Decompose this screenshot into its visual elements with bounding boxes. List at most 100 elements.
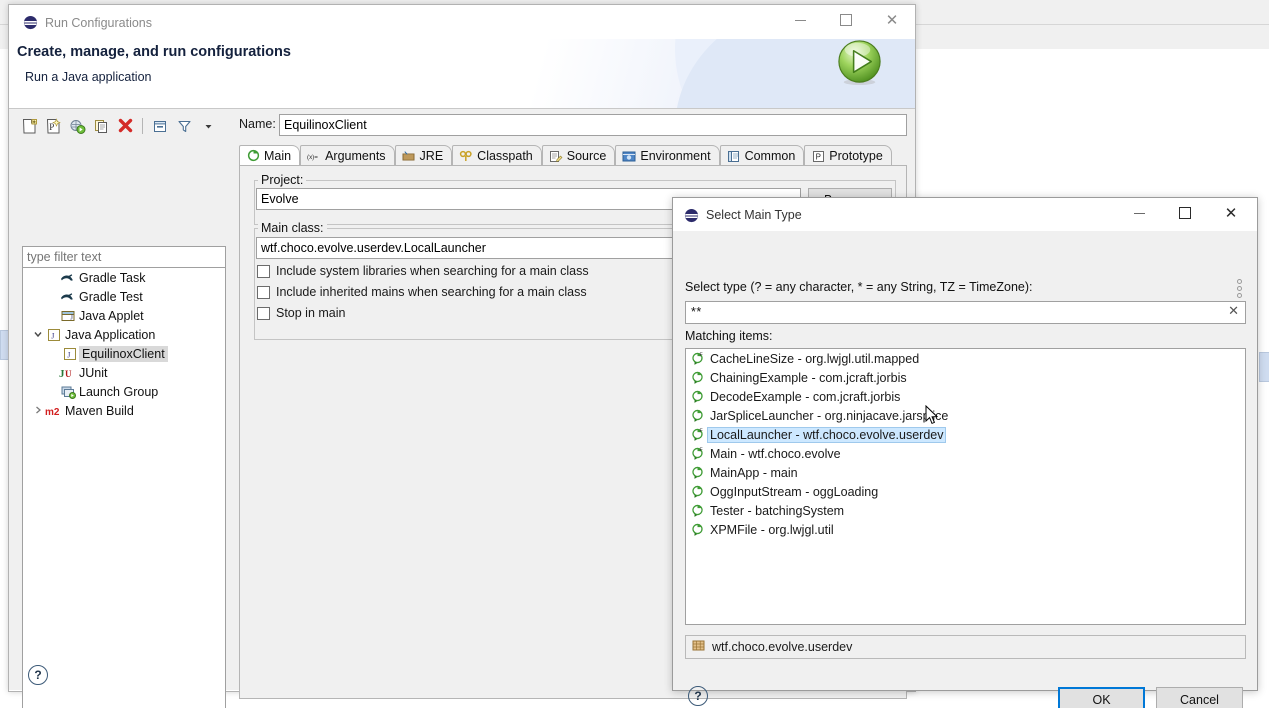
- tab-classpath[interactable]: Classpath: [452, 145, 542, 166]
- tree-item-label: EquilinoxClient: [79, 345, 168, 362]
- tree-item-gradle-test[interactable]: Gradle Test: [23, 287, 225, 306]
- matching-items-list[interactable]: F CacheLineSize - org.lwjgl.util.mapped …: [685, 348, 1246, 625]
- select-main-type-titlebar[interactable]: Select Main Type ✕: [673, 198, 1257, 231]
- run-green-play-icon: [838, 40, 881, 86]
- screen: Run Configurations ✕ Create, manage, and…: [0, 0, 1269, 708]
- dialog-maximize-button[interactable]: [1162, 198, 1208, 228]
- duplicate-icon[interactable]: [90, 115, 112, 137]
- dialog-title: Select Main Type: [706, 208, 802, 222]
- run-configurations-title: Run Configurations: [45, 16, 153, 30]
- gradle-icon: [59, 289, 77, 305]
- tab-label: Source: [566, 149, 607, 163]
- checkbox-label: Include system libraries when searching …: [276, 264, 589, 278]
- svg-text:m2: m2: [45, 407, 60, 418]
- run-configurations-titlebar[interactable]: Run Configurations ✕: [9, 5, 915, 39]
- list-item[interactable]: JarSpliceLauncher - org.ninjacave.jarspl…: [686, 406, 1245, 425]
- tree-item-label: Maven Build: [65, 403, 134, 418]
- checkbox-include-inherited-mains[interactable]: Include inherited mains when searching f…: [257, 285, 587, 299]
- tree-item-label: Launch Group: [79, 384, 159, 399]
- maximize-icon: [840, 14, 852, 26]
- tab-main[interactable]: Main: [239, 145, 301, 166]
- checkbox-box[interactable]: [257, 306, 270, 320]
- delete-icon[interactable]: [114, 115, 136, 137]
- svg-text:P: P: [49, 122, 54, 132]
- help-icon[interactable]: ?: [28, 665, 48, 685]
- list-item[interactable]: F CacheLineSize - org.lwjgl.util.mapped: [686, 349, 1245, 368]
- tree-item-gradle-task[interactable]: Gradle Task: [23, 268, 225, 287]
- checkbox-box[interactable]: [257, 264, 270, 278]
- tab-source[interactable]: Source: [541, 145, 616, 166]
- qualifier-label: wtf.choco.evolve.userdev: [712, 640, 853, 654]
- minimize-button[interactable]: [777, 5, 823, 35]
- name-input[interactable]: [279, 114, 907, 136]
- list-item[interactable]: Tester - batchingSystem: [686, 501, 1245, 520]
- select-main-type-dialog: Select Main Type ✕ Select type (? = any …: [672, 197, 1258, 708]
- list-item-label: Main - wtf.choco.evolve: [710, 446, 841, 461]
- cancel-button[interactable]: Cancel: [1156, 687, 1243, 708]
- list-item[interactable]: F Main - wtf.choco.evolve: [686, 444, 1245, 463]
- filter-icon[interactable]: [173, 115, 195, 137]
- page-title: Create, manage, and run configurations: [17, 44, 291, 60]
- clear-icon[interactable]: ✕: [1228, 304, 1239, 319]
- checkbox-label: Stop in main: [276, 306, 346, 320]
- list-item-label: MainApp - main: [710, 465, 798, 480]
- svg-text:J: J: [67, 350, 70, 359]
- export-icon[interactable]: [66, 115, 88, 137]
- list-item[interactable]: DecodeExample - com.jcraft.jorbis: [686, 387, 1245, 406]
- close-icon: ✕: [1224, 203, 1238, 222]
- tab-label: Prototype: [829, 149, 883, 163]
- ok-button[interactable]: OK: [1058, 687, 1145, 708]
- checkbox-include-system-libraries[interactable]: Include system libraries when searching …: [257, 264, 589, 278]
- tab-jre[interactable]: JRE: [394, 145, 453, 166]
- checkbox-label: Include inherited mains when searching f…: [276, 285, 587, 299]
- tab-common[interactable]: Common: [719, 145, 805, 166]
- new-configuration-icon[interactable]: [18, 115, 40, 137]
- environment-tab-icon: [622, 149, 636, 163]
- close-button[interactable]: ✕: [869, 5, 915, 35]
- tab-environment[interactable]: Environment: [615, 145, 720, 166]
- collapse-arrow-icon[interactable]: [31, 405, 45, 417]
- tree-item-java-applet[interactable]: J Java Applet: [23, 306, 225, 325]
- list-item[interactable]: XPMFile - org.lwjgl.util: [686, 520, 1245, 539]
- type-search-field[interactable]: ** ✕: [685, 301, 1246, 324]
- list-item-label: JarSpliceLauncher - org.ninjacave.jarspl…: [710, 408, 949, 423]
- collapse-all-icon[interactable]: [149, 115, 171, 137]
- configurations-tree[interactable]: Gradle Task Gradle Test J Java Applet J …: [22, 268, 226, 708]
- tree-item-label: Gradle Task: [79, 270, 146, 285]
- expand-arrow-icon[interactable]: [31, 329, 45, 341]
- tree-item-maven-build[interactable]: m2 Maven Build: [23, 401, 225, 420]
- list-item-label: DecodeExample - com.jcraft.jorbis: [710, 389, 901, 404]
- list-item-label: XPMFile - org.lwjgl.util: [710, 522, 834, 537]
- launch-group-icon: [59, 384, 77, 400]
- list-item[interactable]: ChainingExample - com.jcraft.jorbis: [686, 368, 1245, 387]
- view-menu-dots-icon[interactable]: [1233, 277, 1245, 299]
- filter-input[interactable]: [22, 246, 226, 268]
- tab-prototype[interactable]: P Prototype: [804, 145, 892, 166]
- list-item-label: OggInputStream - oggLoading: [710, 484, 879, 499]
- new-prototype-icon[interactable]: P: [42, 115, 64, 137]
- checkbox-stop-in-main[interactable]: Stop in main: [257, 306, 345, 320]
- tree-item-label: JUnit: [79, 365, 108, 380]
- tree-item-junit[interactable]: J U JUnit: [23, 363, 225, 382]
- java-class-final-icon: F: [691, 446, 708, 462]
- package-icon: [692, 639, 705, 655]
- tree-item-launch-group[interactable]: Launch Group: [23, 382, 225, 401]
- list-item-selected[interactable]: F LocalLauncher - wtf.choco.evolve.userd…: [686, 425, 1245, 444]
- tab-arguments[interactable]: (x)= Arguments: [300, 145, 395, 166]
- ide-right-view-tab[interactable]: [1259, 352, 1269, 382]
- maven-icon: m2: [45, 403, 63, 419]
- tree-item-equilinoxclient[interactable]: J EquilinoxClient: [23, 344, 225, 363]
- chevron-down-icon[interactable]: [197, 115, 219, 137]
- java-application-icon: J: [61, 346, 79, 362]
- main-tab-icon: [246, 149, 260, 163]
- tree-item-java-application[interactable]: J Java Application: [23, 325, 225, 344]
- dialog-minimize-button[interactable]: [1116, 198, 1162, 228]
- matching-items-label: Matching items:: [685, 329, 773, 343]
- maximize-button[interactable]: [823, 5, 869, 35]
- checkbox-box[interactable]: [257, 285, 270, 299]
- dialog-close-button[interactable]: ✕: [1208, 198, 1254, 228]
- list-item[interactable]: MainApp - main: [686, 463, 1245, 482]
- page-subtitle: Run a Java application: [25, 70, 152, 84]
- tree-item-label: Java Applet: [79, 308, 144, 323]
- list-item[interactable]: OggInputStream - oggLoading: [686, 482, 1245, 501]
